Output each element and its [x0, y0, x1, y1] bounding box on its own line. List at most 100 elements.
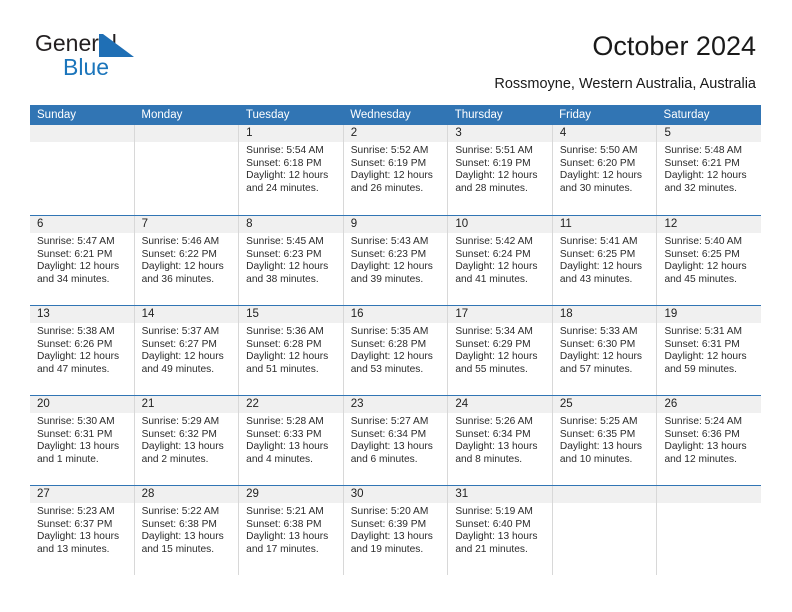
- daylight-text-line1: Daylight: 13 hours: [350, 531, 433, 543]
- sunrise-text: Sunrise: 5:19 AM: [455, 506, 533, 517]
- day-cell[interactable]: 10 Sunrise: 5:42 AM Sunset: 6:24 PM Dayl…: [448, 216, 553, 305]
- daylight-text-line1: Daylight: 12 hours: [455, 261, 538, 273]
- day-cell[interactable]: 4 Sunrise: 5:50 AM Sunset: 6:20 PM Dayli…: [552, 125, 658, 215]
- day-number: 1: [246, 127, 253, 139]
- sunset-text: Sunset: 6:32 PM: [141, 428, 217, 440]
- day-cell[interactable]: [552, 486, 658, 575]
- daylight-text-line1: Daylight: 12 hours: [455, 170, 538, 182]
- calendar-week-row: 1 Sunrise: 5:54 AM Sunset: 6:18 PM Dayli…: [30, 125, 762, 215]
- day-details: Sunrise: 5:42 AM Sunset: 6:24 PM Dayligh…: [448, 233, 552, 286]
- daylight-text-line2: and 30 minutes.: [559, 182, 633, 194]
- daylight-text-line1: Daylight: 12 hours: [141, 351, 224, 363]
- sunset-text: Sunset: 6:37 PM: [37, 518, 113, 530]
- day-cell[interactable]: 20 Sunrise: 5:30 AM Sunset: 6:31 PM Dayl…: [30, 396, 135, 485]
- day-details: Sunrise: 5:29 AM Sunset: 6:32 PM Dayligh…: [135, 413, 239, 466]
- day-cell[interactable]: 18 Sunrise: 5:33 AM Sunset: 6:30 PM Dayl…: [552, 306, 658, 395]
- daylight-text-line2: and 57 minutes.: [559, 363, 633, 375]
- day-number: 24: [455, 398, 469, 410]
- day-cell[interactable]: 19 Sunrise: 5:31 AM Sunset: 6:31 PM Dayl…: [657, 306, 762, 395]
- day-cell[interactable]: 9 Sunrise: 5:43 AM Sunset: 6:23 PM Dayli…: [343, 216, 449, 305]
- daylight-text-line2: and 53 minutes.: [350, 363, 424, 375]
- day-cell[interactable]: 31 Sunrise: 5:19 AM Sunset: 6:40 PM Dayl…: [448, 486, 553, 575]
- sunset-text: Sunset: 6:40 PM: [455, 518, 531, 530]
- day-cell[interactable]: 2 Sunrise: 5:52 AM Sunset: 6:19 PM Dayli…: [343, 125, 449, 215]
- day-cell[interactable]: 3 Sunrise: 5:51 AM Sunset: 6:19 PM Dayli…: [448, 125, 553, 215]
- day-cell[interactable]: 29 Sunrise: 5:21 AM Sunset: 6:38 PM Dayl…: [239, 486, 344, 575]
- day-cell[interactable]: 30 Sunrise: 5:20 AM Sunset: 6:39 PM Dayl…: [343, 486, 449, 575]
- day-number: 4: [559, 127, 567, 139]
- day-cell[interactable]: 28 Sunrise: 5:22 AM Sunset: 6:38 PM Dayl…: [134, 486, 240, 575]
- daylight-text-line1: Daylight: 13 hours: [246, 531, 329, 543]
- sunrise-text: Sunrise: 5:33 AM: [559, 326, 638, 337]
- day-cell[interactable]: 25 Sunrise: 5:25 AM Sunset: 6:35 PM Dayl…: [552, 396, 658, 485]
- day-cell[interactable]: 7 Sunrise: 5:46 AM Sunset: 6:22 PM Dayli…: [134, 216, 240, 305]
- day-number: 14: [141, 308, 155, 320]
- day-number: 18: [559, 308, 573, 320]
- day-number: 19: [664, 308, 678, 320]
- day-details: Sunrise: 5:23 AM Sunset: 6:37 PM Dayligh…: [30, 503, 134, 556]
- day-number: 31: [455, 488, 469, 500]
- general-blue-logo[interactable]: General Blue: [35, 30, 235, 82]
- day-cell[interactable]: 14 Sunrise: 5:37 AM Sunset: 6:27 PM Dayl…: [134, 306, 240, 395]
- sunset-text: Sunset: 6:21 PM: [37, 248, 113, 260]
- sunset-text: Sunset: 6:33 PM: [246, 428, 322, 440]
- sunset-text: Sunset: 6:28 PM: [246, 338, 322, 350]
- day-cell[interactable]: 26 Sunrise: 5:24 AM Sunset: 6:36 PM Dayl…: [657, 396, 762, 485]
- day-details: Sunrise: 5:22 AM Sunset: 6:38 PM Dayligh…: [135, 503, 239, 556]
- day-cell[interactable]: 24 Sunrise: 5:26 AM Sunset: 6:34 PM Dayl…: [448, 396, 553, 485]
- weekday-header-tuesday: Tuesday: [245, 109, 290, 121]
- daylight-text-line1: Daylight: 13 hours: [455, 531, 538, 543]
- day-details: Sunrise: 5:20 AM Sunset: 6:39 PM Dayligh…: [344, 503, 448, 556]
- sunset-text: Sunset: 6:23 PM: [246, 248, 322, 260]
- daylight-text-line2: and 12 minutes.: [664, 453, 737, 465]
- day-cell[interactable]: 13 Sunrise: 5:38 AM Sunset: 6:26 PM Dayl…: [30, 306, 135, 395]
- calendar-week-row: 27 Sunrise: 5:23 AM Sunset: 6:37 PM Dayl…: [30, 485, 762, 575]
- day-cell[interactable]: 21 Sunrise: 5:29 AM Sunset: 6:32 PM Dayl…: [134, 396, 240, 485]
- day-cell[interactable]: 22 Sunrise: 5:28 AM Sunset: 6:33 PM Dayl…: [239, 396, 344, 485]
- sunrise-text: Sunrise: 5:50 AM: [559, 145, 638, 156]
- daylight-text-line1: Daylight: 12 hours: [664, 351, 747, 363]
- daylight-text-line2: and 8 minutes.: [455, 453, 523, 465]
- day-cell[interactable]: [134, 125, 240, 215]
- day-number: 16: [350, 308, 364, 320]
- day-number: 27: [37, 488, 50, 500]
- day-number: 25: [559, 398, 573, 410]
- daylight-text-line2: and 17 minutes.: [246, 543, 319, 555]
- day-details: Sunrise: 5:41 AM Sunset: 6:25 PM Dayligh…: [553, 233, 657, 286]
- day-number: 8: [246, 218, 253, 230]
- day-details: Sunrise: 5:19 AM Sunset: 6:40 PM Dayligh…: [448, 503, 552, 556]
- sunrise-text: Sunrise: 5:38 AM: [37, 326, 115, 337]
- calendar-grid: Sunday Monday Tuesday Wednesday Thursday…: [30, 105, 762, 575]
- day-cell[interactable]: 12 Sunrise: 5:40 AM Sunset: 6:25 PM Dayl…: [657, 216, 762, 305]
- day-cell[interactable]: 27 Sunrise: 5:23 AM Sunset: 6:37 PM Dayl…: [30, 486, 135, 575]
- daylight-text-line2: and 26 minutes.: [350, 182, 424, 194]
- day-cell[interactable]: 1 Sunrise: 5:54 AM Sunset: 6:18 PM Dayli…: [239, 125, 344, 215]
- sunrise-text: Sunrise: 5:43 AM: [350, 236, 429, 247]
- daylight-text-line2: and 2 minutes.: [141, 453, 209, 465]
- day-details: Sunrise: 5:46 AM Sunset: 6:22 PM Dayligh…: [135, 233, 239, 286]
- day-cell[interactable]: 11 Sunrise: 5:41 AM Sunset: 6:25 PM Dayl…: [552, 216, 658, 305]
- day-cell[interactable]: 23 Sunrise: 5:27 AM Sunset: 6:34 PM Dayl…: [343, 396, 449, 485]
- daylight-text-line1: Daylight: 12 hours: [141, 261, 224, 273]
- day-details: Sunrise: 5:50 AM Sunset: 6:20 PM Dayligh…: [553, 142, 657, 195]
- day-details: Sunrise: 5:30 AM Sunset: 6:31 PM Dayligh…: [30, 413, 134, 466]
- daylight-text-line2: and 41 minutes.: [455, 273, 528, 285]
- day-cell[interactable]: [30, 125, 135, 215]
- day-details: Sunrise: 5:38 AM Sunset: 6:26 PM Dayligh…: [30, 323, 134, 376]
- daylight-text-line2: and 39 minutes.: [350, 273, 424, 285]
- sunset-text: Sunset: 6:20 PM: [559, 157, 636, 169]
- sunrise-text: Sunrise: 5:42 AM: [455, 236, 533, 247]
- daylight-text-line2: and 49 minutes.: [141, 363, 215, 375]
- weekday-header-wednesday: Wednesday: [350, 109, 411, 121]
- day-cell[interactable]: 17 Sunrise: 5:34 AM Sunset: 6:29 PM Dayl…: [448, 306, 553, 395]
- day-number: 23: [350, 398, 364, 410]
- day-cell[interactable]: 6 Sunrise: 5:47 AM Sunset: 6:21 PM Dayli…: [30, 216, 135, 305]
- daylight-text-line1: Daylight: 12 hours: [246, 170, 329, 182]
- day-cell[interactable]: 16 Sunrise: 5:35 AM Sunset: 6:28 PM Dayl…: [343, 306, 449, 395]
- sunset-text: Sunset: 6:34 PM: [455, 428, 531, 440]
- sunrise-text: Sunrise: 5:27 AM: [350, 416, 429, 427]
- day-cell[interactable]: 8 Sunrise: 5:45 AM Sunset: 6:23 PM Dayli…: [239, 216, 344, 305]
- day-cell[interactable]: 5 Sunrise: 5:48 AM Sunset: 6:21 PM Dayli…: [657, 125, 762, 215]
- day-cell[interactable]: [657, 486, 762, 575]
- day-cell[interactable]: 15 Sunrise: 5:36 AM Sunset: 6:28 PM Dayl…: [239, 306, 344, 395]
